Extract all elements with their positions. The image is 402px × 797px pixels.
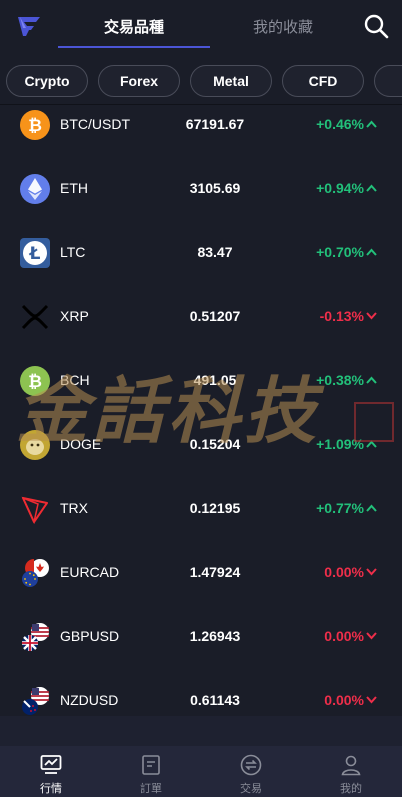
table-row[interactable]: ETH 3105.69 +0.94%	[0, 160, 402, 224]
change-value: +0.46%	[316, 116, 364, 132]
table-row[interactable]: DOGE 0.15204 +1.09%	[0, 416, 402, 480]
price-value: 67191.67	[185, 116, 245, 132]
svg-text:₿: ₿	[28, 116, 42, 136]
litecoin-icon: Ł	[20, 238, 50, 268]
symbol-label: GBPUSD	[60, 628, 120, 644]
chevron-up-icon	[366, 120, 377, 128]
chevron-down-icon	[366, 312, 377, 320]
chevron-up-icon	[366, 440, 377, 448]
active-tab-indicator	[58, 46, 210, 48]
eurcad-flag-icon	[22, 559, 49, 587]
chevron-up-icon	[366, 504, 377, 512]
chevron-up-icon	[366, 376, 377, 384]
nav-item-profile[interactable]: 我的	[301, 746, 401, 797]
table-row[interactable]: ₿ BCH 491.05 +0.38%	[0, 352, 402, 416]
xrp-icon	[21, 304, 49, 330]
nav-label: 交易	[240, 783, 262, 795]
bitcoin-cash-icon: ₿	[20, 366, 50, 396]
price-value: 1.47924	[189, 564, 241, 580]
bottom-nav-spacer	[0, 716, 402, 746]
gbpusd-flag-icon	[22, 623, 49, 651]
orders-icon	[142, 755, 160, 775]
filter-chip-cfd[interactable]: CFD	[282, 65, 364, 97]
price-value: 0.12195	[189, 500, 241, 516]
top-header: 交易品種 我的收藏	[0, 0, 402, 52]
symbol-label: BCH	[60, 372, 90, 388]
price-value: 491.05	[193, 372, 237, 388]
nav-label: 行情	[40, 783, 62, 795]
table-row[interactable]: ₿ BTC/USDT 67191.67 +0.46%	[0, 96, 402, 160]
change-value: +1.09%	[316, 436, 364, 452]
chevron-down-icon	[366, 568, 377, 576]
nav-label: 我的	[340, 783, 362, 795]
chevron-up-icon	[366, 248, 377, 256]
symbol-label: XRP	[60, 308, 89, 324]
symbol-label: EURCAD	[60, 564, 120, 580]
change-value: 0.00%	[324, 628, 364, 644]
filter-chip-crypto[interactable]: Crypto	[6, 65, 88, 97]
app-logo-icon[interactable]	[16, 14, 42, 38]
symbol-label: BTC/USDT	[60, 116, 130, 132]
table-row[interactable]: TRX 0.12195 +0.77%	[0, 480, 402, 544]
chevron-down-icon	[366, 632, 377, 640]
change-value: +0.70%	[316, 244, 364, 260]
price-value: 1.26943	[189, 628, 241, 644]
trade-exchange-icon	[240, 754, 262, 776]
nzdusd-flag-icon	[22, 687, 49, 715]
bitcoin-icon: ₿	[20, 110, 50, 140]
tab-my-favorites[interactable]: 我的收藏	[210, 16, 356, 37]
price-value: 83.47	[197, 244, 233, 260]
change-value: -0.13%	[319, 308, 364, 324]
profile-icon	[341, 755, 361, 776]
search-icon[interactable]	[362, 12, 390, 40]
table-row[interactable]: GBPUSD 1.26943 0.00%	[0, 608, 402, 672]
nav-label: 訂單	[140, 783, 162, 795]
svg-text:Ł: Ł	[29, 244, 41, 264]
nav-item-trade[interactable]: 交易	[201, 746, 301, 797]
table-row[interactable]: Ł LTC 83.47 +0.70%	[0, 224, 402, 288]
price-value: 0.15204	[189, 436, 241, 452]
dogecoin-icon	[20, 430, 50, 460]
symbol-label: ETH	[60, 180, 88, 196]
price-value: 0.61143	[190, 692, 240, 708]
symbol-label: TRX	[60, 500, 88, 516]
nav-item-market[interactable]: 行情	[1, 746, 101, 797]
change-value: 0.00%	[324, 564, 364, 580]
filter-chip-forex[interactable]: Forex	[98, 65, 180, 97]
svg-text:₿: ₿	[28, 372, 42, 392]
symbol-label: LTC	[60, 244, 86, 260]
symbol-label: DOGE	[60, 436, 102, 452]
filter-chip-metal[interactable]: Metal	[190, 65, 272, 97]
tron-icon	[21, 496, 48, 524]
market-chart-icon	[40, 755, 62, 774]
chevron-up-icon	[366, 184, 377, 192]
price-value: 0.51207	[189, 308, 241, 324]
symbol-label: NZDUSD	[60, 692, 119, 708]
filter-chip-more[interactable]	[374, 65, 402, 97]
chevron-down-icon	[366, 696, 377, 704]
ethereum-icon	[20, 174, 50, 204]
tab-trading-instruments[interactable]: 交易品種	[58, 16, 210, 37]
change-value: +0.94%	[316, 180, 364, 196]
table-row[interactable]: EURCAD 1.47924 0.00%	[0, 544, 402, 608]
change-value: 0.00%	[324, 692, 364, 708]
nav-item-orders[interactable]: 訂單	[101, 746, 201, 797]
price-value: 3105.69	[189, 180, 241, 196]
change-value: +0.77%	[316, 500, 364, 516]
change-value: +0.38%	[316, 372, 364, 388]
table-row[interactable]: XRP 0.51207 -0.13%	[0, 288, 402, 352]
